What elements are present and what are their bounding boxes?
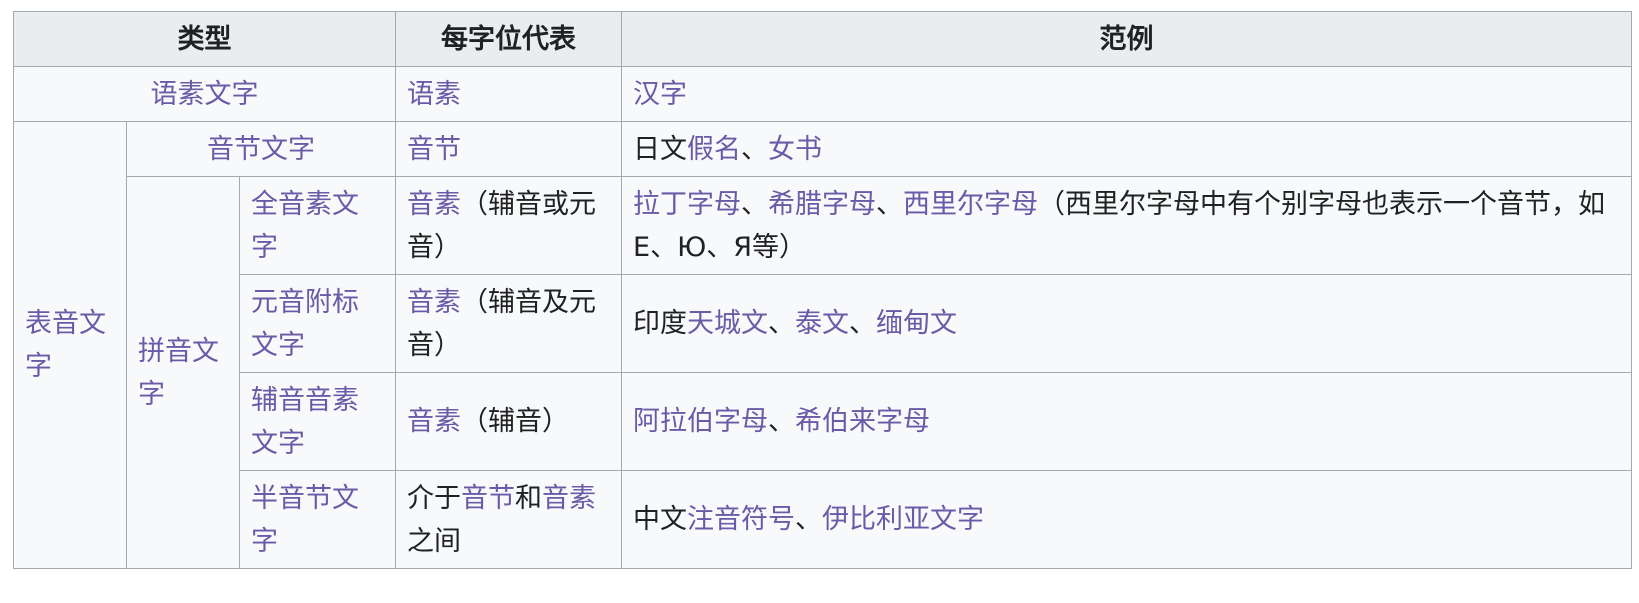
unit-cell: 音素（辅音） — [395, 372, 623, 471]
examples-cell: 阿拉伯字母、希伯来字母 — [621, 372, 1633, 471]
type-cell: 元音附标文字 — [238, 274, 397, 373]
unit-prefix: 介于 — [407, 482, 462, 514]
table-row: 表音文字 音节文字 音节 日文假名、女书 — [13, 121, 1633, 569]
unit-link-phoneme[interactable]: 音素 — [542, 483, 596, 514]
example-prefix: 日文 — [633, 133, 688, 165]
example-link[interactable]: 希伯来字母 — [795, 406, 930, 437]
unit-link-syllable[interactable]: 音节 — [461, 483, 515, 514]
example-link[interactable]: 女书 — [768, 134, 822, 165]
separator: 、 — [795, 504, 823, 535]
type-link-segmental[interactable]: 拼音文字 — [138, 336, 219, 410]
example-link[interactable]: 伊比利亚文字 — [822, 504, 984, 535]
example-link[interactable]: 注音符号 — [687, 504, 795, 535]
unit-link-morpheme[interactable]: 语素 — [407, 79, 461, 110]
unit-cell: 介于音节和音素之间 — [395, 470, 623, 569]
example-link[interactable]: 西里尔字母 — [903, 189, 1038, 220]
type-cell-phonetic: 表音文字 — [13, 121, 127, 569]
header-unit: 每字位代表 — [395, 11, 623, 67]
example-link[interactable]: 阿拉伯字母 — [633, 406, 768, 437]
example-prefix: 中文 — [633, 504, 688, 535]
examples-cell: 印度天城文、泰文、缅甸文 — [621, 274, 1633, 373]
unit-link-phoneme[interactable]: 音素 — [407, 287, 461, 318]
example-link[interactable]: 汉字 — [633, 79, 687, 110]
header-examples: 范例 — [621, 11, 1633, 67]
examples-cell: 日文假名、女书 — [621, 121, 1633, 177]
unit-link-phoneme[interactable]: 音素 — [407, 189, 461, 220]
table-row: 半音节文字 介于音节和音素之间 中文注音符号、伊比利亚文字 — [14, 470, 1633, 569]
unit-link-syllable[interactable]: 音节 — [407, 134, 461, 165]
separator: 、 — [849, 308, 877, 339]
example-link[interactable]: 泰文 — [795, 308, 849, 339]
example-link[interactable]: 假名 — [687, 134, 741, 165]
type-cell-segmental: 拼音文字 — [126, 176, 240, 569]
example-link[interactable]: 拉丁字母 — [633, 189, 741, 220]
writing-systems-table: 类型 每字位代表 范例 语素文字 语素 汉字 表音文字 音节文字 音节 日文假名… — [12, 11, 1633, 569]
writing-systems-table-container: 类型 每字位代表 范例 语素文字 语素 汉字 表音文字 音节文字 音节 日文假名… — [12, 11, 1633, 569]
table-row: 辅音音素文字 音素（辅音） 阿拉伯字母、希伯来字母 — [14, 372, 1633, 471]
separator: 、 — [768, 406, 796, 437]
unit-cell: 音素（辅音或元音） — [395, 176, 623, 275]
example-link[interactable]: 缅甸文 — [876, 308, 957, 339]
type-link-semisyllabary[interactable]: 半音节文字 — [251, 483, 359, 557]
unit-cell: 音素（辅音及元音） — [395, 274, 623, 373]
examples-cell: 拉丁字母、希腊字母、西里尔字母（西里尔字母中有个别字母也表示一个音节，如Е、Ю、… — [621, 176, 1633, 275]
table-row: 元音附标文字 音素（辅音及元音） 印度天城文、泰文、缅甸文 — [14, 274, 1633, 373]
type-cell: 音节文字 — [125, 121, 397, 177]
example-link[interactable]: 希腊字母 — [768, 189, 876, 220]
separator: 、 — [876, 188, 904, 220]
type-cell: 全音素文字 — [238, 176, 397, 275]
unit-cell: 音节 — [395, 121, 623, 177]
unit-note: （辅音） — [461, 406, 570, 437]
header-type: 类型 — [12, 11, 397, 67]
type-link-syllabic[interactable]: 音节文字 — [207, 134, 315, 165]
table-row: 拼音文字 全音素文字 音素（辅音或元音） 拉丁字母、希腊字母、西里尔字母（西里尔… — [14, 176, 1633, 569]
type-cell: 辅音音素文字 — [238, 372, 397, 471]
example-link[interactable]: 天城文 — [687, 308, 768, 339]
type-cell: 半音节文字 — [238, 470, 397, 569]
unit-cell: 语素 — [395, 66, 623, 122]
unit-link-phoneme[interactable]: 音素 — [407, 406, 461, 437]
table-row: 语素文字 语素 汉字 — [12, 66, 1633, 122]
type-link-abugida[interactable]: 元音附标文字 — [251, 287, 359, 361]
type-cell: 语素文字 — [12, 66, 397, 122]
type-link-alphabet[interactable]: 全音素文字 — [251, 189, 359, 263]
separator: 、 — [741, 188, 769, 220]
separator: 、 — [741, 133, 769, 165]
type-link-logographic[interactable]: 语素文字 — [151, 79, 259, 110]
unit-suffix: 之间 — [407, 525, 462, 557]
examples-cell: 中文注音符号、伊比利亚文字 — [621, 470, 1633, 569]
example-prefix: 印度 — [633, 308, 688, 339]
type-link-phonetic[interactable]: 表音文字 — [25, 308, 106, 382]
type-link-abjad[interactable]: 辅音音素文字 — [251, 385, 359, 459]
separator: 、 — [768, 308, 796, 339]
examples-cell: 汉字 — [621, 66, 1633, 122]
unit-mid: 和 — [515, 482, 543, 514]
header-row: 类型 每字位代表 范例 — [12, 11, 1633, 67]
